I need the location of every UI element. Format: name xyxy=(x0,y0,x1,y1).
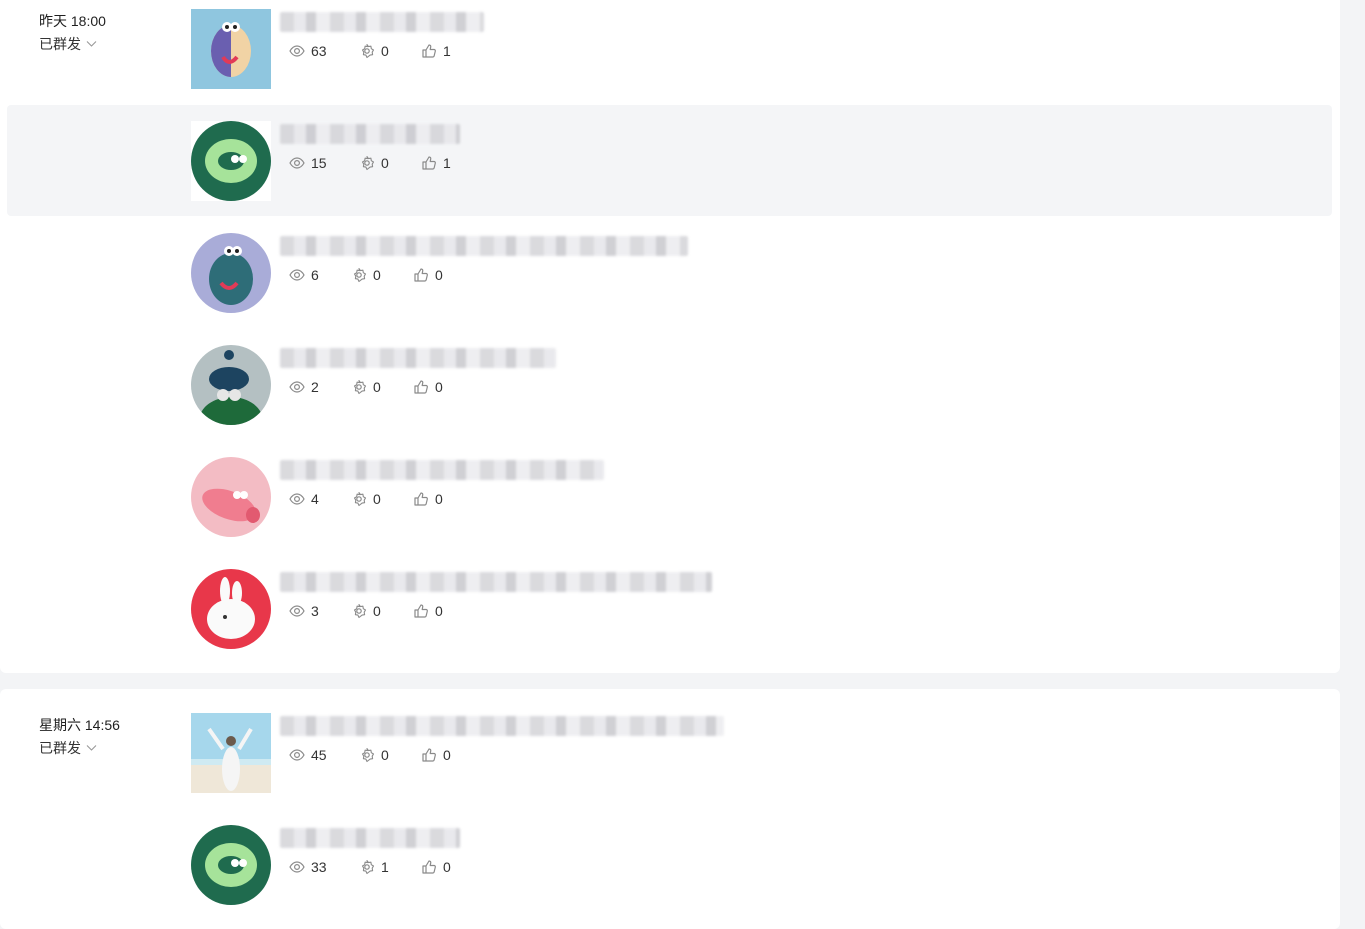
likes-stat: 1 xyxy=(421,155,451,171)
status-dropdown[interactable]: 已群发 xyxy=(39,34,97,54)
views-stat: 3 xyxy=(289,603,319,619)
share-gear-icon xyxy=(359,155,375,171)
shares-stat: 0 xyxy=(359,43,389,59)
status-dropdown[interactable]: 已群发 xyxy=(39,738,97,758)
thumbs-up-icon xyxy=(421,747,437,763)
thumbs-up-icon xyxy=(421,859,437,875)
eye-icon xyxy=(289,267,305,283)
article-thumbnail[interactable] xyxy=(191,9,271,89)
eye-icon xyxy=(289,491,305,507)
likes-stat: 0 xyxy=(413,379,443,395)
article-title[interactable] xyxy=(280,572,712,592)
views-stat: 2 xyxy=(289,379,319,395)
eye-icon xyxy=(289,155,305,171)
views-stat: 6 xyxy=(289,267,319,283)
chevron-down-icon xyxy=(86,744,97,752)
shares-stat: 0 xyxy=(359,747,389,763)
eye-icon xyxy=(289,43,305,59)
shares-stat: 0 xyxy=(351,491,381,507)
eye-icon xyxy=(289,747,305,763)
status-label: 已群发 xyxy=(39,36,81,52)
share-gear-icon xyxy=(359,859,375,875)
share-gear-icon xyxy=(351,267,367,283)
article-title[interactable] xyxy=(280,348,556,368)
article-thumbnail[interactable] xyxy=(191,121,271,201)
chevron-down-icon xyxy=(86,40,97,48)
thumbs-up-icon xyxy=(421,43,437,59)
share-gear-icon xyxy=(359,43,375,59)
likes-stat: 0 xyxy=(413,267,443,283)
article-title[interactable] xyxy=(280,716,724,736)
share-gear-icon xyxy=(351,491,367,507)
group-date: 昨天 18:00 xyxy=(39,13,106,29)
shares-stat: 1 xyxy=(359,859,389,875)
eye-icon xyxy=(289,379,305,395)
article-thumbnail[interactable] xyxy=(191,457,271,537)
likes-stat: 0 xyxy=(421,747,451,763)
article-title[interactable] xyxy=(280,828,460,848)
eye-icon xyxy=(289,859,305,875)
likes-stat: 0 xyxy=(421,859,451,875)
likes-stat: 0 xyxy=(413,491,443,507)
shares-stat: 0 xyxy=(351,267,381,283)
status-label: 已群发 xyxy=(39,740,81,756)
thumbs-up-icon xyxy=(421,155,437,171)
views-stat: 33 xyxy=(289,859,327,875)
article-thumbnail[interactable] xyxy=(191,713,271,793)
thumbs-up-icon xyxy=(413,379,429,395)
views-stat: 63 xyxy=(289,43,327,59)
views-stat: 4 xyxy=(289,491,319,507)
share-gear-icon xyxy=(351,379,367,395)
likes-stat: 1 xyxy=(421,43,451,59)
thumbs-up-icon xyxy=(413,491,429,507)
article-thumbnail[interactable] xyxy=(191,345,271,425)
views-stat: 15 xyxy=(289,155,327,171)
thumbs-up-icon xyxy=(413,267,429,283)
article-thumbnail[interactable] xyxy=(191,569,271,649)
share-gear-icon xyxy=(359,747,375,763)
shares-stat: 0 xyxy=(359,155,389,171)
article-title[interactable] xyxy=(280,12,484,32)
views-stat: 45 xyxy=(289,747,327,763)
article-title[interactable] xyxy=(280,236,688,256)
shares-stat: 0 xyxy=(351,379,381,395)
eye-icon xyxy=(289,603,305,619)
article-title[interactable] xyxy=(280,124,460,144)
article-thumbnail[interactable] xyxy=(191,233,271,313)
likes-stat: 0 xyxy=(413,603,443,619)
shares-stat: 0 xyxy=(351,603,381,619)
thumbs-up-icon xyxy=(413,603,429,619)
share-gear-icon xyxy=(351,603,367,619)
article-thumbnail[interactable] xyxy=(191,825,271,905)
group-date: 星期六 14:56 xyxy=(39,717,120,733)
article-title[interactable] xyxy=(280,460,604,480)
